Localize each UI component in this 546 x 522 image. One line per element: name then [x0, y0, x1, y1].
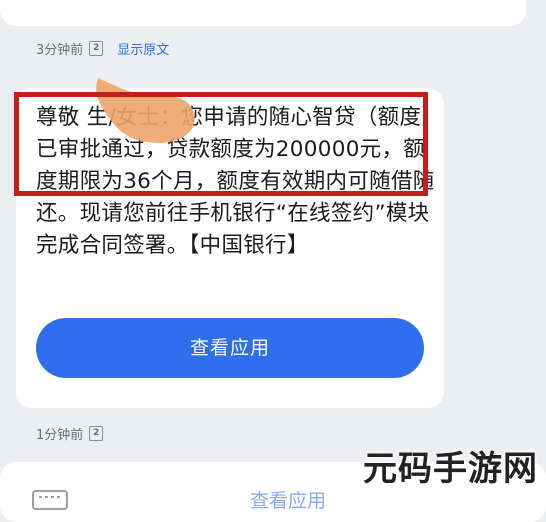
message-time: 3分钟前: [36, 43, 84, 58]
next-message-meta: 1分钟前 2: [36, 424, 104, 443]
keyboard-icon[interactable]: [32, 490, 68, 510]
previous-message-card: [0, 0, 526, 26]
site-watermark: 元码手游网: [363, 449, 538, 489]
sms-message-body: 尊敬 生/女士：您申请的随心智贷（额度）已审批通过，贷款额度为200000元，额…: [36, 105, 435, 258]
sim-card-icon: 2: [89, 41, 104, 56]
next-message-time: 1分钟前: [36, 428, 84, 443]
message-meta: 3分钟前 2 显示原文: [36, 39, 169, 58]
view-app-button[interactable]: 查看应用: [36, 318, 424, 378]
sim-card-icon: 2: [89, 426, 104, 441]
show-original-link[interactable]: 显示原文: [117, 39, 169, 58]
